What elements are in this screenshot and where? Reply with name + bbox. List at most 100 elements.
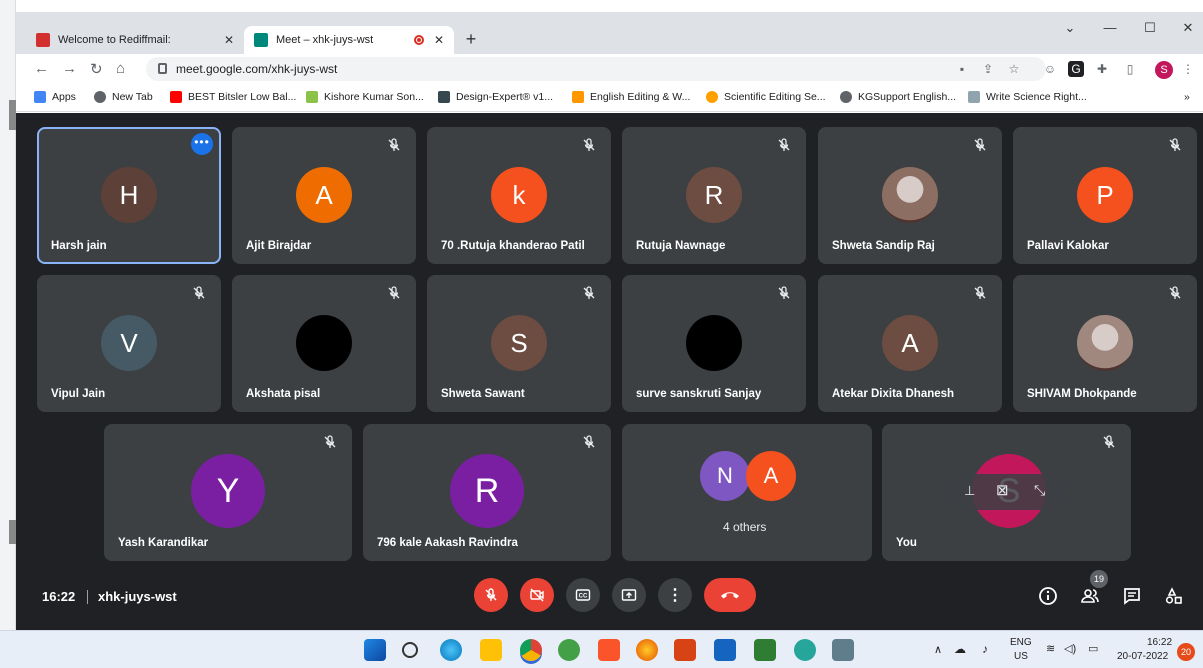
mic-off-icon: [776, 285, 792, 301]
camera-icon[interactable]: ▪: [954, 61, 970, 77]
bookmark-scientific-editing[interactable]: Scientific Editing Se...: [706, 91, 826, 103]
bookmark-apps[interactable]: Apps: [34, 91, 76, 103]
mic-off-icon: [972, 285, 988, 301]
language-indicator[interactable]: ENG: [1010, 637, 1032, 648]
notification-badge[interactable]: 20: [1177, 643, 1195, 661]
wifi-icon[interactable]: ≋: [1046, 642, 1055, 655]
brave-icon[interactable]: [598, 639, 620, 661]
windows-taskbar: ∧ ☁ ♪ ENG US ≋ ◁) ▭ 16:22 20-07-2022 20: [0, 630, 1203, 668]
self-tile[interactable]: S ⊥ ⊠ ⤡ You: [882, 424, 1131, 561]
microphone-icon[interactable]: ♪: [982, 642, 988, 656]
bookmarks-overflow[interactable]: »: [1184, 91, 1190, 103]
participant-name: SHIVAM Dhokpande: [1027, 388, 1137, 400]
bookmark-kishore[interactable]: Kishore Kumar Son...: [306, 91, 424, 103]
puzzle-icon[interactable]: ✚: [1094, 61, 1110, 77]
bookmark-design-expert[interactable]: Design-Expert® v1...: [438, 91, 553, 103]
tab-rediffmail[interactable]: Welcome to Rediffmail: ✕: [26, 26, 244, 54]
participant-avatar: [686, 315, 742, 371]
sidepanel-icon[interactable]: ▯: [1122, 61, 1138, 77]
bookmark-star-icon[interactable]: ☆: [1006, 61, 1022, 77]
participant-tile[interactable]: A Ajit Birajdar: [232, 127, 416, 264]
participant-tile[interactable]: k 70 .Rutuja khanderao Patil: [427, 127, 611, 264]
reload-icon[interactable]: ↻: [90, 60, 103, 78]
participant-tile[interactable]: V Vipul Jain: [37, 275, 221, 412]
participant-tile[interactable]: R 796 kale Aakash Ravindra: [363, 424, 611, 561]
minimize-button[interactable]: —: [1098, 20, 1122, 35]
address-bar[interactable]: meet.google.com/xhk-juys-wst ▪ ⇪ ☆: [146, 57, 1046, 81]
search-icon[interactable]: [402, 642, 418, 658]
bookmark-write-science[interactable]: Write Science Right...: [968, 91, 1087, 103]
others-count: 4 others: [723, 520, 767, 534]
participant-tile[interactable]: surve sanskruti Sanjay: [622, 275, 806, 412]
file-explorer-icon[interactable]: [480, 639, 502, 661]
volume-icon[interactable]: ◁): [1064, 642, 1076, 655]
people-icon: [1081, 589, 1099, 603]
leave-call-button[interactable]: [704, 578, 756, 612]
powerpoint-icon[interactable]: [674, 639, 696, 661]
participant-tile[interactable]: SHIVAM Dhokpande: [1013, 275, 1197, 412]
rediffmail-favicon-icon: [36, 33, 50, 47]
mic-toggle-button[interactable]: [474, 578, 508, 612]
taskbar-time[interactable]: 16:22: [1147, 637, 1172, 648]
app-icon[interactable]: [794, 639, 816, 661]
bookmark-english-editing[interactable]: English Editing & W...: [572, 91, 690, 103]
tab-meet[interactable]: Meet – xhk-juys-wst ✕: [244, 26, 454, 54]
participant-tile[interactable]: S Shweta Sawant: [427, 275, 611, 412]
participant-tile[interactable]: R Rutuja Nawnage: [622, 127, 806, 264]
participant-tile[interactable]: Y Yash Karandikar: [104, 424, 352, 561]
new-tab-button[interactable]: +: [459, 28, 483, 52]
mic-off-icon: [1167, 285, 1183, 301]
others-tile[interactable]: N A 4 others: [622, 424, 872, 561]
participant-tile[interactable]: P Pallavi Kalokar: [1013, 127, 1197, 264]
maximize-button[interactable]: ☐: [1138, 20, 1162, 36]
bookmark-new-tab[interactable]: New Tab: [94, 91, 153, 103]
hide-self-icon[interactable]: ⊠: [996, 481, 1009, 499]
battery-icon[interactable]: ▭: [1088, 642, 1098, 655]
document-icon: [968, 91, 980, 103]
participant-tile[interactable]: Shweta Sandip Raj: [818, 127, 1002, 264]
extension-icon[interactable]: ☺: [1042, 61, 1058, 77]
bookmark-kgsupport[interactable]: KGSupport English...: [840, 91, 956, 103]
browser-toolbar: ← → ↻ ⌂ meet.google.com/xhk-juys-wst ▪ ⇪…: [16, 54, 1203, 84]
chat-icon: [1124, 588, 1140, 605]
excel-icon[interactable]: [754, 639, 776, 661]
windows-start-icon[interactable]: [364, 639, 386, 661]
tile-more-options-button[interactable]: •••: [191, 133, 213, 155]
cloud-icon[interactable]: ☁: [954, 642, 966, 656]
close-window-button[interactable]: ✕: [1176, 20, 1200, 36]
menu-dots-icon[interactable]: ⋮: [1180, 61, 1196, 77]
close-tab-icon[interactable]: ✕: [224, 33, 234, 47]
bookmark-bitsler[interactable]: BEST Bitsler Low Bal...: [170, 91, 296, 103]
participant-tile[interactable]: H ••• Harsh jain: [37, 127, 221, 264]
firefox-icon[interactable]: [636, 639, 658, 661]
chat-button[interactable]: [1120, 584, 1144, 608]
browser-icon[interactable]: [558, 639, 580, 661]
calculator-icon[interactable]: [832, 639, 854, 661]
camera-toggle-button[interactable]: [520, 578, 554, 612]
meeting-details-button[interactable]: [1036, 584, 1060, 608]
tray-chevron-icon[interactable]: ∧: [934, 643, 942, 656]
profile-avatar[interactable]: S: [1155, 61, 1173, 79]
taskbar-date[interactable]: 20-07-2022: [1117, 651, 1168, 662]
extension-g-icon[interactable]: G: [1068, 61, 1084, 77]
captions-button[interactable]: CC: [566, 578, 600, 612]
mic-off-icon: [485, 588, 497, 601]
participant-name: Yash Karandikar: [118, 537, 209, 549]
share-icon[interactable]: ⇪: [980, 61, 996, 77]
more-options-button[interactable]: ⋮: [658, 578, 692, 612]
participant-name: 70 .Rutuja khanderao Patil: [441, 240, 585, 252]
minimize-self-icon[interactable]: ⤡: [1034, 482, 1045, 499]
edge-icon[interactable]: [440, 639, 462, 661]
pin-icon[interactable]: ⊥: [964, 483, 975, 499]
tab-search-icon[interactable]: ⌄: [1058, 20, 1082, 36]
present-button[interactable]: [612, 578, 646, 612]
chrome-icon[interactable]: [520, 639, 542, 661]
close-tab-icon[interactable]: ✕: [434, 33, 444, 47]
home-icon[interactable]: ⌂: [116, 60, 125, 77]
forward-arrow-icon[interactable]: →: [62, 60, 77, 77]
back-arrow-icon[interactable]: ←: [34, 60, 49, 77]
word-icon[interactable]: [714, 639, 736, 661]
participant-tile[interactable]: Akshata pisal: [232, 275, 416, 412]
activities-button[interactable]: [1162, 584, 1186, 608]
participant-tile[interactable]: A Atekar Dixita Dhanesh: [818, 275, 1002, 412]
